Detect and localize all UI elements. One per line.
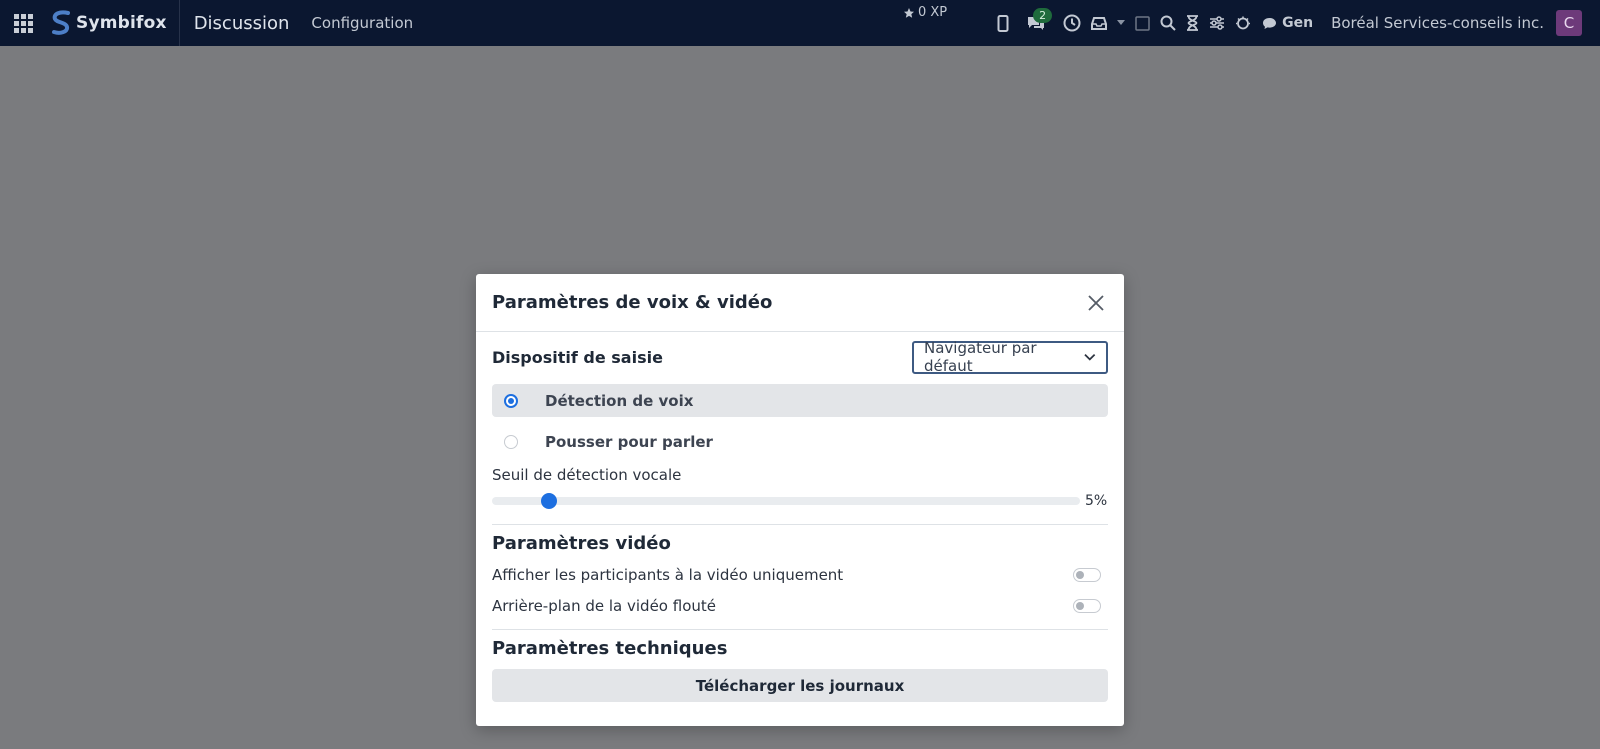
xp-label: 0 XP	[918, 5, 948, 20]
voice-detection-radio[interactable]	[504, 393, 518, 408]
dialog-header: Paramètres de voix & vidéo	[476, 274, 1124, 332]
star-icon	[904, 7, 914, 18]
dialog-body: Dispositif de saisie Navigateur par défa…	[476, 332, 1124, 702]
video-settings-heading: Paramètres vidéo	[492, 533, 671, 554]
section-divider	[492, 524, 1108, 525]
search-icon[interactable]	[1160, 0, 1176, 46]
app-title[interactable]: Discussion	[194, 13, 290, 34]
chat-icon[interactable]: 2	[1019, 0, 1053, 46]
gen-label: Gen	[1282, 15, 1314, 31]
caret-down-icon[interactable]	[1117, 0, 1126, 46]
speech-bubble-icon	[1263, 17, 1277, 29]
slider-thumb[interactable]	[541, 493, 558, 509]
dialog-title: Paramètres de voix & vidéo	[492, 292, 773, 313]
voice-threshold-slider[interactable]	[492, 493, 1080, 509]
voice-threshold-label: Seuil de détection vocale	[492, 466, 682, 484]
blur-background-row: Arrière-plan de la vidéo flouté	[492, 590, 1108, 621]
download-logs-button[interactable]: Télécharger les journaux	[492, 669, 1108, 702]
push-to-talk-option[interactable]: Pousser pour parler	[492, 425, 1108, 458]
chevron-down-icon	[1084, 353, 1096, 361]
input-device-row: Dispositif de saisie Navigateur par défa…	[492, 339, 1108, 375]
menu-configuration[interactable]: Configuration	[311, 14, 413, 32]
chat-badge: 2	[1033, 8, 1053, 23]
inbox-icon[interactable]	[1091, 0, 1108, 46]
voice-threshold-value: 5%	[1085, 493, 1108, 509]
input-device-select[interactable]: Navigateur par défaut	[912, 339, 1108, 375]
technical-settings-heading: Paramètres techniques	[492, 638, 728, 659]
user-avatar[interactable]: C	[1556, 10, 1582, 36]
push-to-talk-label: Pousser pour parler	[545, 432, 713, 451]
note-icon[interactable]	[1135, 0, 1150, 46]
hourglass-icon[interactable]	[1186, 0, 1199, 46]
section-divider	[492, 629, 1108, 630]
blur-background-toggle[interactable]	[1073, 598, 1101, 613]
apps-menu-icon[interactable]	[0, 0, 46, 46]
brand-name: Symbifox	[76, 13, 167, 33]
bug-icon[interactable]	[1235, 0, 1251, 46]
voice-detection-option[interactable]: Détection de voix	[492, 384, 1108, 417]
clock-icon[interactable]	[1063, 0, 1081, 46]
video-only-participants-label: Afficher les participants à la vidéo uni…	[492, 565, 844, 584]
push-to-talk-radio[interactable]	[504, 434, 518, 449]
top-navbar: Symbifox Discussion Configuration 0 XP 2	[0, 0, 1600, 46]
voice-threshold-slider-row: 5%	[492, 486, 1108, 516]
input-device-value: Navigateur par défaut	[924, 339, 1037, 375]
gen-assistant-button[interactable]: Gen	[1262, 15, 1313, 31]
brand[interactable]: Symbifox	[46, 0, 180, 46]
systray: 2 Gen Boréal Services-conseils inc. C	[992, 0, 1600, 46]
sliders-icon[interactable]	[1209, 0, 1225, 46]
voice-video-settings-dialog: Paramètres de voix & vidéo Dispositif de…	[476, 274, 1124, 726]
input-device-label: Dispositif de saisie	[492, 347, 663, 367]
video-only-participants-row: Afficher les participants à la vidéo uni…	[492, 559, 1108, 590]
blur-background-label: Arrière-plan de la vidéo flouté	[492, 596, 716, 615]
company-switcher[interactable]: Boréal Services-conseils inc.	[1331, 14, 1544, 32]
voice-detection-label: Détection de voix	[545, 391, 694, 410]
xp-counter[interactable]: 0 XP	[903, 5, 947, 20]
video-only-participants-toggle[interactable]	[1073, 567, 1101, 582]
close-icon[interactable]	[1084, 291, 1108, 315]
brand-logo-icon	[52, 10, 70, 35]
mobile-icon[interactable]	[997, 0, 1009, 46]
